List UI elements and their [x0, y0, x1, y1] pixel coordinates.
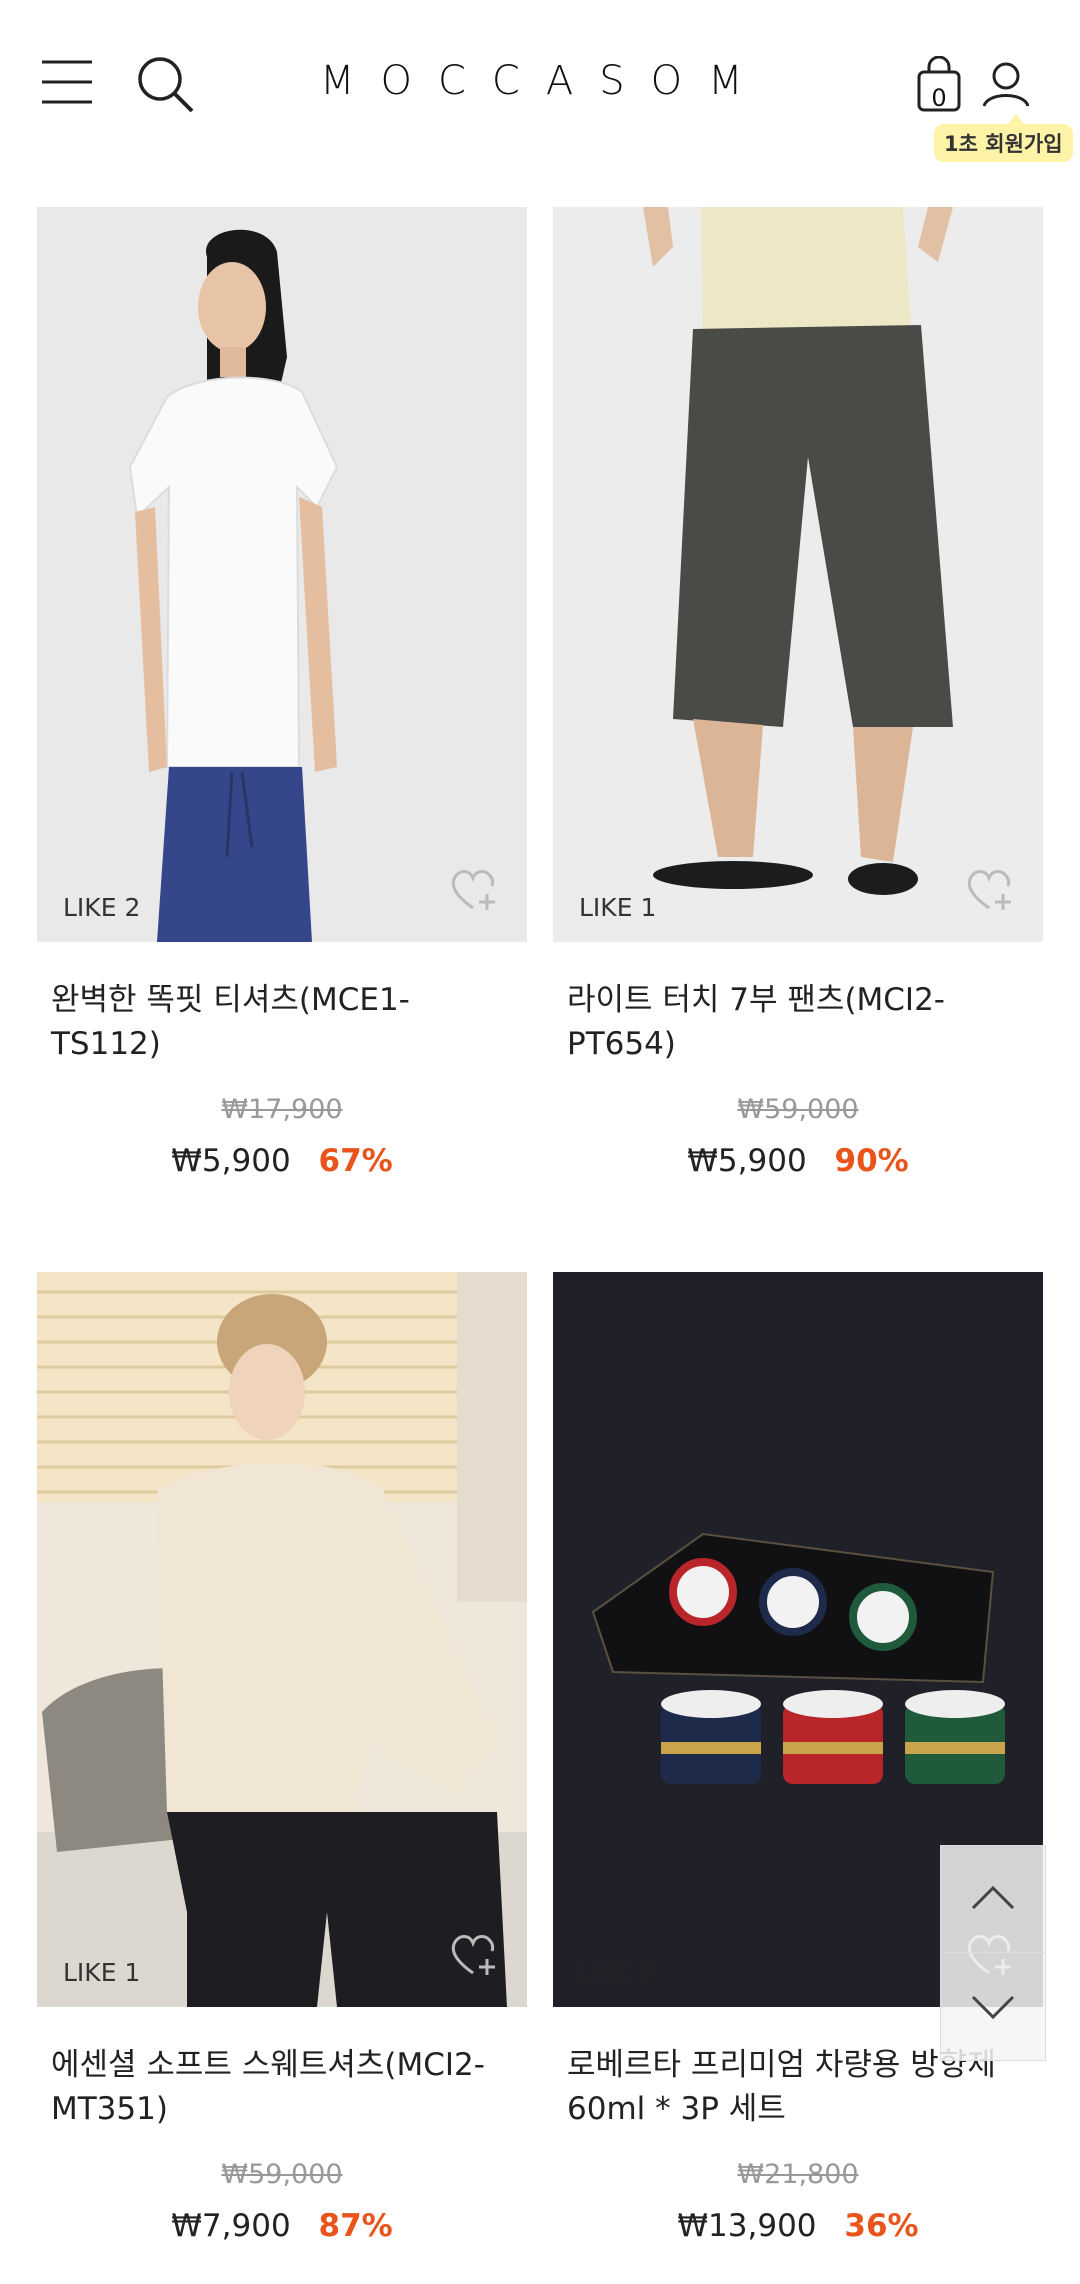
heart-plus-icon[interactable]: [965, 868, 1015, 916]
scroll-top-button[interactable]: [941, 1846, 1045, 1952]
price-row: ₩13,900 36%: [553, 2208, 1043, 2244]
product-card[interactable]: LIKE 1 라이트 터치 7부 팬츠(MCI2-PT654) ₩59,000 …: [553, 207, 1043, 1179]
like-count: LIKE 1: [579, 893, 657, 922]
sale-price: ₩7,900: [171, 2208, 291, 2244]
signup-badge[interactable]: 1초 회원가입: [934, 114, 1073, 162]
product-card[interactable]: LIKE 1 에센셜 소프트 스웨트셔츠(MCI2-MT351) ₩59,000…: [37, 1272, 527, 2244]
cart-icon[interactable]: 0: [916, 56, 962, 112]
like-count: LIKE 1: [63, 1958, 141, 1987]
product-image[interactable]: LIKE 1: [37, 1272, 527, 2007]
sale-price: ₩13,900: [677, 2208, 817, 2244]
sale-price: ₩5,900: [171, 1143, 291, 1179]
like-count: LIKE 2: [63, 893, 141, 922]
product-name[interactable]: 에센셜 소프트 스웨트셔츠(MCI2-MT351): [51, 2043, 513, 2133]
header: MOCCASOM 0 1초 회원가입: [0, 0, 1080, 190]
product-image[interactable]: LIKE 1: [553, 207, 1043, 942]
product-card[interactable]: LIKE 2 완벽한 똑핏 티셔츠(MCE1-TS112) ₩17,900 ₩5…: [37, 207, 527, 1179]
original-price: ₩59,000: [737, 1094, 859, 1125]
user-icon[interactable]: [982, 60, 1030, 108]
brand-logo[interactable]: MOCCASOM: [320, 58, 760, 104]
product-card[interactable]: LIKE 0 로베르타 프리미엄 차량용 방향제 60ml * 3P 세트 ₩2…: [553, 1272, 1043, 2244]
price-row: ₩7,900 87%: [37, 2208, 527, 2244]
discount-rate: 87%: [318, 2208, 393, 2244]
discount-rate: 36%: [844, 2208, 919, 2244]
heart-plus-icon[interactable]: [449, 1933, 499, 1981]
original-price: ₩59,000: [221, 2159, 343, 2190]
search-icon[interactable]: [136, 55, 196, 115]
product-name[interactable]: 라이트 터치 7부 팬츠(MCI2-PT654): [567, 978, 1029, 1068]
heart-plus-icon[interactable]: [449, 868, 499, 916]
product-image[interactable]: LIKE 2: [37, 207, 527, 942]
like-count: LIKE 0: [579, 1958, 657, 1987]
menu-icon[interactable]: [40, 58, 94, 106]
discount-rate: 67%: [318, 1143, 393, 1179]
cart-count: 0: [931, 84, 947, 112]
discount-rate: 90%: [834, 1143, 909, 1179]
original-price: ₩17,900: [221, 1094, 343, 1125]
price-row: ₩5,900 67%: [37, 1143, 527, 1179]
product-name[interactable]: 완벽한 똑핏 티셔츠(MCE1-TS112): [51, 978, 513, 1068]
scroll-controls: [940, 1845, 1046, 2061]
price-row: ₩5,900 90%: [553, 1143, 1043, 1179]
scroll-bottom-button[interactable]: [941, 1953, 1045, 2059]
original-price: ₩21,800: [737, 2159, 859, 2190]
sale-price: ₩5,900: [687, 1143, 807, 1179]
